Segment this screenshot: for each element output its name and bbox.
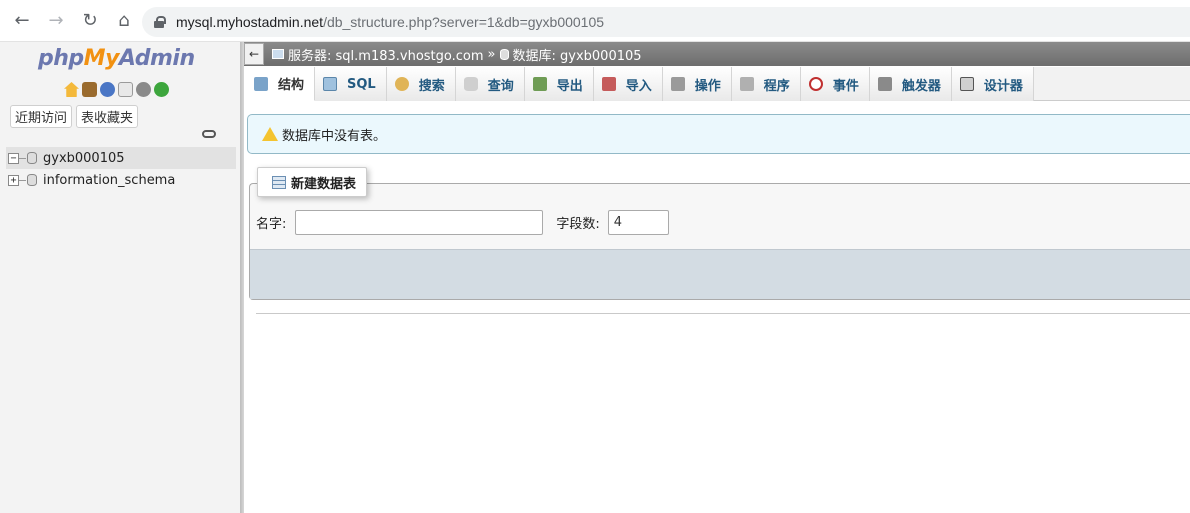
- export-icon: [532, 77, 547, 91]
- tab-label: 程序: [763, 78, 790, 94]
- logo-php: php: [38, 46, 84, 71]
- create-table-form: 名字: 字段数:: [256, 210, 669, 235]
- expand-icon[interactable]: +: [8, 174, 19, 186]
- table-name-label: 名字:: [256, 217, 287, 232]
- tab-label: 搜索: [418, 78, 445, 94]
- breadcrumb: ← 服务器: sql.m183.vhostgo.com » 数据库: gyxb0…: [244, 42, 1190, 66]
- breadcrumb-database[interactable]: 数据库: gyxb000105: [499, 45, 642, 64]
- address-bar[interactable]: mysql.myhostadmin.net /db_structure.php?…: [142, 7, 1190, 37]
- tab-import[interactable]: 导入: [593, 67, 663, 101]
- create-table-footer: [250, 249, 1190, 299]
- new-table-icon: [272, 175, 286, 189]
- create-table-legend: 新建数据表: [257, 167, 368, 197]
- tab-sql[interactable]: SQL: [315, 67, 387, 101]
- tab-events[interactable]: 事件: [800, 67, 870, 101]
- favorite-tables-button[interactable]: 表收藏夹: [76, 105, 139, 128]
- server-icon: [272, 49, 284, 59]
- navigation-resizer[interactable]: [240, 42, 244, 513]
- routines-icon: [739, 77, 754, 91]
- tree-item-label[interactable]: information_schema: [43, 173, 175, 188]
- database-icon: [27, 174, 37, 186]
- designer-icon: [959, 77, 974, 91]
- notice-text: 数据库中没有表。: [282, 128, 387, 144]
- tab-label: 结构: [278, 78, 305, 93]
- create-table-title: 新建数据表: [291, 176, 357, 192]
- tab-label: 操作: [694, 78, 721, 94]
- tree-item-gyxb000105[interactable]: − gyxb000105: [6, 147, 236, 169]
- tab-search[interactable]: 搜索: [386, 67, 456, 101]
- database-icon: [27, 152, 37, 164]
- reload-icon[interactable]: ↻: [74, 5, 106, 37]
- tree-item-information-schema[interactable]: + information_schema: [6, 169, 236, 191]
- recent-tables-button[interactable]: 近期访问: [10, 105, 73, 128]
- home-icon[interactable]: ⌂: [108, 5, 140, 37]
- url-host: mysql.myhostadmin.net: [176, 14, 324, 30]
- warning-icon: [262, 127, 278, 141]
- back-arrow-icon[interactable]: ←: [6, 5, 38, 37]
- breadcrumb-server[interactable]: 服务器: sql.m183.vhostgo.com: [272, 45, 484, 64]
- logo-admin: Admin: [118, 46, 195, 71]
- logo-my: My: [83, 46, 120, 71]
- tab-label: 触发器: [901, 78, 941, 94]
- collapse-icon[interactable]: −: [8, 152, 19, 164]
- tab-label: 导出: [556, 78, 583, 94]
- forward-arrow-icon[interactable]: →: [40, 5, 72, 37]
- tab-label: 查询: [487, 78, 514, 94]
- documentation-icon[interactable]: [118, 82, 133, 97]
- top-menu-tabs: 结构 SQL 搜索 查询 导出 导入 操作 程序 事件 触发器 设计器: [246, 67, 1190, 101]
- query-icon: [463, 77, 478, 91]
- tab-label: 事件: [832, 78, 859, 94]
- home-icon[interactable]: [64, 82, 79, 97]
- field-count-input[interactable]: [607, 210, 669, 235]
- notice-message: 数据库中没有表。: [247, 114, 1190, 154]
- content-divider: [256, 313, 1190, 314]
- link-with-main-panel-icon[interactable]: [202, 130, 216, 138]
- tab-operations[interactable]: 操作: [662, 67, 732, 101]
- tree-item-label[interactable]: gyxb000105: [43, 151, 125, 166]
- navigation-panel: phpMyAdmin 近期访问 表收藏夹 − gyxb000105 + info…: [0, 42, 240, 513]
- database-icon: [499, 48, 509, 60]
- tab-triggers[interactable]: 触发器: [869, 67, 952, 101]
- logout-icon[interactable]: [82, 82, 97, 97]
- navigation-icons: [64, 82, 169, 97]
- tree-connector: [19, 179, 26, 181]
- reload-navigation-icon[interactable]: [154, 82, 169, 97]
- events-icon: [808, 77, 823, 91]
- url-path: /db_structure.php?server=1&db=gyxb000105: [323, 14, 605, 30]
- triggers-icon: [877, 77, 892, 91]
- field-count-label: 字段数:: [556, 217, 600, 232]
- settings-icon[interactable]: [136, 82, 151, 97]
- collapse-navigation-button[interactable]: ←: [244, 43, 264, 65]
- tab-label: 设计器: [983, 78, 1023, 94]
- tab-label: 导入: [625, 78, 652, 94]
- sql-icon: [323, 77, 338, 91]
- phpmyadmin-logo[interactable]: phpMyAdmin: [38, 46, 195, 71]
- breadcrumb-server-label: 服务器: sql.m183.vhostgo.com: [288, 48, 484, 64]
- tree-connector: [19, 157, 26, 159]
- navigation-tabs: 近期访问 表收藏夹: [10, 105, 139, 128]
- import-icon: [601, 77, 616, 91]
- table-name-input[interactable]: [295, 210, 544, 235]
- breadcrumb-separator: »: [487, 46, 496, 62]
- browser-toolbar: ← → ↻ ⌂ mysql.myhostadmin.net /db_struct…: [0, 0, 1190, 42]
- operations-icon: [670, 77, 685, 91]
- breadcrumb-database-label: 数据库: gyxb000105: [512, 48, 642, 64]
- help-icon[interactable]: [100, 82, 115, 97]
- lock-icon: [154, 16, 166, 28]
- tab-query[interactable]: 查询: [455, 67, 525, 101]
- tab-designer[interactable]: 设计器: [951, 67, 1034, 101]
- tab-structure[interactable]: 结构: [246, 67, 316, 101]
- tab-label: SQL: [347, 76, 376, 92]
- search-icon: [394, 77, 409, 91]
- tab-export[interactable]: 导出: [524, 67, 594, 101]
- tab-routines[interactable]: 程序: [731, 67, 801, 101]
- structure-icon: [254, 76, 268, 91]
